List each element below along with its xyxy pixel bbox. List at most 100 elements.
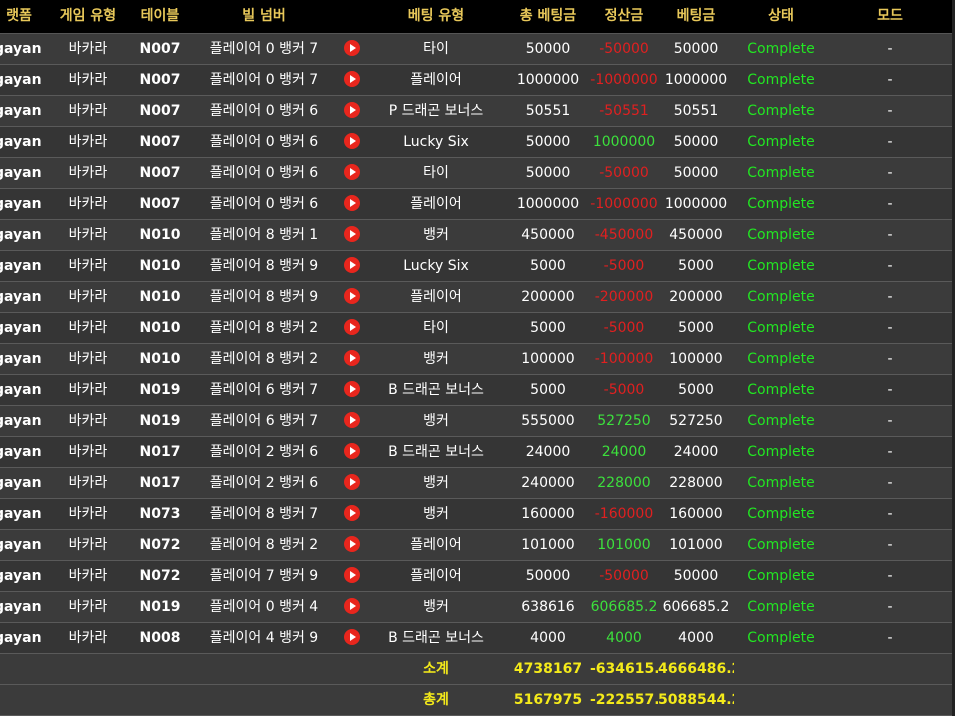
col-status: 상태 — [734, 0, 828, 34]
total-bet-cell: 5000 — [506, 250, 590, 282]
settlement-cell: -50000 — [590, 157, 658, 189]
status-cell: Complete — [734, 157, 828, 189]
table-row: gayan바카라N019플레이어 6 뱅커 7뱅커555000527250527… — [0, 405, 952, 437]
play-icon[interactable] — [344, 132, 360, 149]
play-icon[interactable] — [344, 566, 360, 583]
play-icon[interactable] — [344, 597, 360, 614]
bill-number-cell: 플레이어 6 뱅커 7 — [190, 405, 338, 437]
settlement-cell: -1000000 — [590, 188, 658, 220]
mode-cell: - — [828, 560, 952, 592]
play-icon[interactable] — [344, 318, 360, 335]
table-row: gayan바카라N008플레이어 4 뱅커 9B 드래곤 보너스40004000… — [0, 622, 952, 654]
col-table: 테이블 — [130, 0, 190, 34]
play-icon[interactable] — [344, 442, 360, 459]
status-cell: Complete — [734, 405, 828, 437]
bill-number-cell: 플레이어 8 뱅커 9 — [190, 281, 338, 313]
bill-number-cell: 플레이어 4 뱅커 9 — [190, 622, 338, 654]
bet-amount-cell: 606685.2 — [658, 591, 734, 623]
bet-amount-cell: 1000000 — [658, 188, 734, 220]
game-type-cell: 바카라 — [46, 560, 130, 592]
replay-cell — [338, 436, 366, 468]
play-icon[interactable] — [344, 287, 360, 304]
play-icon[interactable] — [344, 101, 360, 118]
game-type-cell: 바카라 — [46, 33, 130, 65]
play-icon[interactable] — [344, 380, 360, 397]
col-platform: 랫폼 — [0, 0, 46, 34]
mode-cell: - — [828, 591, 952, 623]
play-icon[interactable] — [344, 225, 360, 242]
table-cell: N007 — [130, 126, 190, 158]
play-icon[interactable] — [344, 349, 360, 366]
table-row: gayan바카라N072플레이어 7 뱅커 9플레이어50000-5000050… — [0, 560, 952, 592]
status-cell: Complete — [734, 312, 828, 344]
table-row: gayan바카라N007플레이어 0 뱅커 6Lucky Six50000100… — [0, 126, 952, 158]
bill-number-cell: 플레이어 2 뱅커 6 — [190, 436, 338, 468]
bet-type-cell: 뱅커 — [366, 498, 506, 530]
play-icon[interactable] — [344, 194, 360, 211]
total-bet-cell: 450000 — [506, 219, 590, 251]
play-icon[interactable] — [344, 535, 360, 552]
col-bill-number: 빌 넘버 — [190, 0, 338, 34]
game-type-cell: 바카라 — [46, 312, 130, 344]
table-cell: N010 — [130, 281, 190, 313]
col-bet-amount: 베팅금 — [658, 0, 734, 34]
play-icon[interactable] — [344, 411, 360, 428]
bill-number-cell: 플레이어 0 뱅커 7 — [190, 64, 338, 96]
bill-number-cell: 플레이어 7 뱅커 9 — [190, 560, 338, 592]
platform-cell: gayan — [0, 436, 46, 468]
play-icon[interactable] — [344, 628, 360, 645]
replay-cell — [338, 312, 366, 344]
bet-amount-cell: 24000 — [658, 436, 734, 468]
bet-amount-cell: 527250 — [658, 405, 734, 437]
settlement-cell: -1000000 — [590, 64, 658, 96]
play-icon[interactable] — [344, 163, 360, 180]
platform-cell: gayan — [0, 591, 46, 623]
bet-amount-cell: 5000 — [658, 374, 734, 406]
total-bet-cell: 50000 — [506, 126, 590, 158]
grandtotal-total: 5167975 — [506, 684, 590, 716]
bet-amount-cell: 50000 — [658, 560, 734, 592]
play-icon[interactable] — [344, 39, 360, 56]
bill-number-cell: 플레이어 0 뱅커 6 — [190, 157, 338, 189]
settlement-cell: 24000 — [590, 436, 658, 468]
platform-cell: gayan — [0, 188, 46, 220]
game-type-cell: 바카라 — [46, 436, 130, 468]
table-row: gayan바카라N010플레이어 8 뱅커 9플레이어200000-200000… — [0, 281, 952, 313]
game-type-cell: 바카라 — [46, 250, 130, 282]
mode-cell: - — [828, 250, 952, 282]
bet-amount-cell: 50000 — [658, 33, 734, 65]
total-bet-cell: 160000 — [506, 498, 590, 530]
play-icon[interactable] — [344, 473, 360, 490]
col-total-bet: 총 베팅금 — [506, 0, 590, 34]
platform-cell: gayan — [0, 250, 46, 282]
settlement-cell: 1000000 — [590, 126, 658, 158]
table-cell: N007 — [130, 157, 190, 189]
play-icon[interactable] — [344, 70, 360, 87]
mode-cell: - — [828, 312, 952, 344]
total-bet-cell: 638616 — [506, 591, 590, 623]
table-cell: N007 — [130, 95, 190, 127]
total-bet-cell: 50551 — [506, 95, 590, 127]
bill-number-cell: 플레이어 0 뱅커 4 — [190, 591, 338, 623]
play-icon[interactable] — [344, 504, 360, 521]
platform-cell: gayan — [0, 157, 46, 189]
settlement-cell: -160000 — [590, 498, 658, 530]
table-cell: N007 — [130, 33, 190, 65]
bet-amount-cell: 5000 — [658, 312, 734, 344]
status-cell: Complete — [734, 374, 828, 406]
settlement-cell: 228000 — [590, 467, 658, 499]
play-icon[interactable] — [344, 256, 360, 273]
game-type-cell: 바카라 — [46, 405, 130, 437]
table-cell: N010 — [130, 312, 190, 344]
col-bet-type: 베팅 유형 — [366, 0, 506, 34]
total-bet-cell: 4000 — [506, 622, 590, 654]
table-cell: N010 — [130, 343, 190, 375]
bill-number-cell: 플레이어 8 뱅커 2 — [190, 343, 338, 375]
bet-type-cell: 플레이어 — [366, 188, 506, 220]
platform-cell: gayan — [0, 467, 46, 499]
bill-number-cell: 플레이어 8 뱅커 2 — [190, 529, 338, 561]
replay-cell — [338, 374, 366, 406]
platform-cell: gayan — [0, 374, 46, 406]
game-type-cell: 바카라 — [46, 467, 130, 499]
status-cell: Complete — [734, 219, 828, 251]
